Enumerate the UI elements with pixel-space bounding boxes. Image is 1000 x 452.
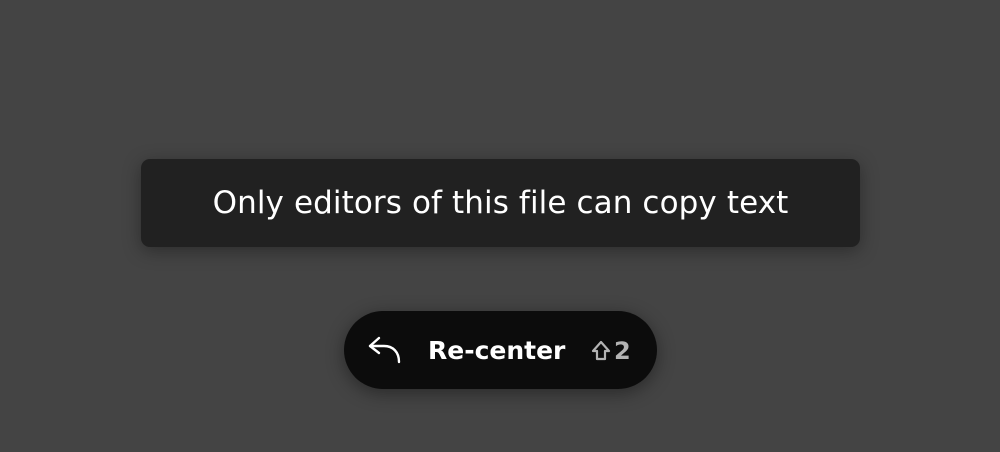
canvas-background: { "toast": { "message": "Only editors of… [0, 0, 1000, 452]
toast-message: Only editors of this file can copy text [212, 185, 789, 221]
return-arrow-icon [366, 332, 406, 368]
shift-icon [590, 339, 612, 363]
keyboard-shortcut: 2 [590, 333, 631, 369]
shortcut-key: 2 [614, 337, 631, 365]
recenter-label: Re-center [428, 336, 566, 365]
permission-toast: Only editors of this file can copy text [141, 159, 860, 247]
